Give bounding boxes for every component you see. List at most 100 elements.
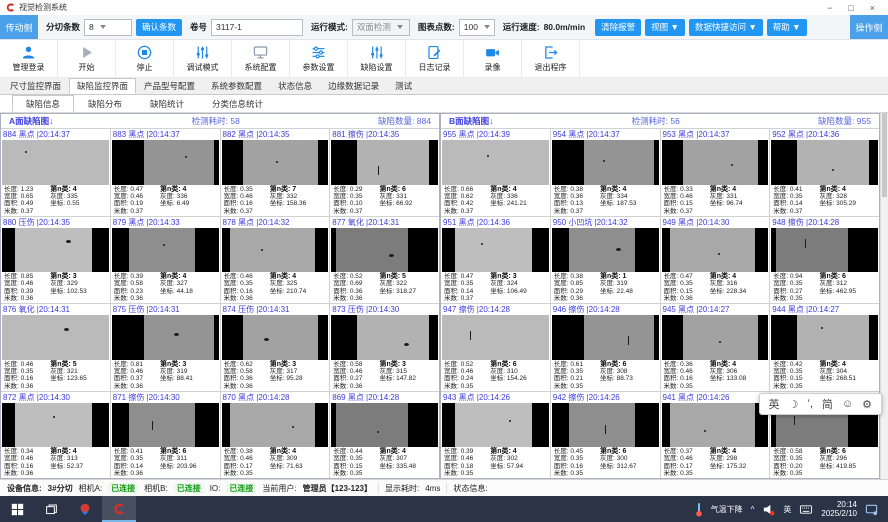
defect-card[interactable]: 880 压伤 |20:14:35长度: 0.85宽度: 0.46面积: 0.39…: [1, 217, 111, 304]
defect-image[interactable]: [442, 403, 549, 448]
defect-card[interactable]: 942 擦伤 |20:14:26长度: 0.45宽度: 0.35面积: 0.16…: [551, 392, 661, 479]
log-record-button[interactable]: 日志记录: [406, 40, 464, 77]
system-config-button[interactable]: 系统配置: [232, 40, 290, 77]
confirm-count-button[interactable]: 确认条数: [136, 19, 182, 36]
parameter-settings-button[interactable]: 参数设置: [290, 40, 348, 77]
defect-card[interactable]: 948 擦伤 |20:14:28长度: 0.94宽度: 0.35面积: 0.27…: [770, 217, 879, 304]
punctuation-toggle-icon[interactable]: ’,: [807, 398, 813, 410]
pinned-app-button[interactable]: [68, 496, 102, 522]
defect-card[interactable]: 871 擦伤 |20:14:30长度: 0.41宽度: 0.35面积: 0.14…: [111, 392, 221, 479]
operator-side-button[interactable]: 操作侧: [850, 15, 888, 39]
tab-test[interactable]: 测试: [387, 78, 420, 94]
defect-card[interactable]: 944 黑点 |20:14:27长度: 0.42宽度: 0.35面积: 0.15…: [770, 304, 879, 391]
vertical-scrollbar[interactable]: [880, 113, 888, 479]
defect-image[interactable]: [442, 140, 549, 185]
active-app-button[interactable]: [102, 496, 136, 522]
defect-card[interactable]: 945 黑点 |20:14:27长度: 0.36宽度: 0.46面积: 0.16…: [661, 304, 771, 391]
defect-image[interactable]: [331, 403, 438, 448]
defect-card[interactable]: 872 黑点 |20:14:30长度: 0.34宽度: 0.46面积: 0.16…: [1, 392, 111, 479]
defect-card[interactable]: 884 黑点 |20:14:37长度: 1.23宽度: 0.65面积: 0.49…: [1, 129, 111, 216]
defect-card[interactable]: 875 压伤 |20:14:31长度: 0.81宽度: 0.46面积: 0.37…: [111, 304, 221, 391]
defect-card[interactable]: 954 黑点 |20:14:37长度: 0.38宽度: 0.36面积: 0.13…: [551, 129, 661, 216]
speaker-muted-icon[interactable]: [762, 503, 775, 516]
defect-image[interactable]: [331, 140, 438, 185]
defect-image[interactable]: [771, 228, 878, 273]
defect-image[interactable]: [442, 315, 549, 360]
defect-image[interactable]: [552, 403, 659, 448]
defect-card[interactable]: 881 擦伤 |20:14:35长度: 0.29宽度: 0.35面积: 0.10…: [330, 129, 439, 216]
moon-icon[interactable]: ☽: [789, 398, 799, 411]
video-record-button[interactable]: 录像: [464, 40, 522, 77]
subtab-class-statistics[interactable]: 分类信息统计: [198, 95, 277, 112]
tab-product-config[interactable]: 产品型号配置: [136, 78, 203, 94]
defect-settings-button[interactable]: 缺陷设置: [348, 40, 406, 77]
tab-defect-monitor[interactable]: 缺陷监控界面: [69, 78, 136, 94]
subtab-defect-statistics[interactable]: 缺陷统计: [136, 95, 198, 112]
defect-image[interactable]: [331, 315, 438, 360]
defect-card[interactable]: 950 小凹坑 |20:14:32长度: 0.38宽度: 0.85面积: 0.2…: [551, 217, 661, 304]
defect-card[interactable]: 873 压伤 |20:14:30长度: 0.58宽度: 0.46面积: 0.27…: [330, 304, 439, 391]
defect-image[interactable]: [112, 140, 219, 185]
defect-card[interactable]: 955 黑点 |20:14:39长度: 0.66宽度: 0.62面积: 0.42…: [441, 129, 551, 216]
panel-b-title[interactable]: B面缺陷图↓: [449, 115, 493, 127]
defect-card[interactable]: 870 黑点 |20:14:28长度: 0.38宽度: 0.46面积: 0.17…: [221, 392, 331, 479]
defect-image[interactable]: [2, 140, 109, 185]
defect-image[interactable]: [222, 315, 329, 360]
ime-english-toggle[interactable]: 英: [769, 396, 780, 412]
defect-image[interactable]: [662, 315, 769, 360]
tab-system-params[interactable]: 系统参数配置: [203, 78, 270, 94]
panel-a-title[interactable]: A面缺陷图↓: [9, 115, 53, 127]
ime-language-indicator[interactable]: 英: [783, 504, 791, 515]
defect-image[interactable]: [222, 403, 329, 448]
defect-card[interactable]: 879 黑点 |20:14:33长度: 0.39宽度: 0.58面积: 0.23…: [111, 217, 221, 304]
defect-card[interactable]: 946 擦伤 |20:14:28长度: 0.61宽度: 0.35面积: 0.21…: [551, 304, 661, 391]
defect-image[interactable]: [662, 140, 769, 185]
defect-image[interactable]: [771, 315, 878, 360]
defect-image[interactable]: [552, 140, 659, 185]
slit-count-select[interactable]: 8: [84, 19, 132, 36]
weather-status-text[interactable]: 气温下降: [711, 504, 743, 515]
defect-card[interactable]: 943 黑点 |20:14:26长度: 0.39宽度: 0.46面积: 0.18…: [441, 392, 551, 479]
clear-alarm-button[interactable]: 清除报警: [595, 19, 641, 36]
clock[interactable]: 20:14 2025/2/10: [821, 500, 857, 518]
defect-card[interactable]: 951 黑点 |20:14:36长度: 0.47宽度: 0.35面积: 0.14…: [441, 217, 551, 304]
defect-card[interactable]: 941 黑点 |20:14:26长度: 0.37宽度: 0.46面积: 0.17…: [661, 392, 771, 479]
exit-program-button[interactable]: 退出程序: [522, 40, 580, 77]
defect-card[interactable]: 952 黑点 |20:14:36长度: 0.41宽度: 0.35面积: 0.14…: [770, 129, 879, 216]
defect-image[interactable]: [2, 228, 109, 273]
help-menu-button[interactable]: 帮助 ▼: [767, 19, 807, 36]
ime-settings-gear-icon[interactable]: ⚙: [862, 398, 872, 411]
maximize-icon[interactable]: □: [848, 3, 853, 13]
defect-card[interactable]: 953 黑点 |20:14:37长度: 0.33宽度: 0.46面积: 0.15…: [661, 129, 771, 216]
defect-image[interactable]: [112, 403, 219, 448]
defect-image[interactable]: [662, 403, 769, 448]
run-mode-select[interactable]: 双面检测: [352, 19, 410, 36]
defect-image[interactable]: [552, 315, 659, 360]
defect-card[interactable]: 947 擦伤 |20:14:28长度: 0.52宽度: 0.46面积: 0.24…: [441, 304, 551, 391]
admin-login-button[interactable]: 管理登录: [0, 40, 58, 77]
hidden-icons-chevron[interactable]: ^: [751, 505, 755, 514]
emoji-icon[interactable]: ☺: [842, 398, 853, 410]
defect-card[interactable]: 869 黑点 |20:14:28长度: 0.44宽度: 0.35面积: 0.15…: [330, 392, 439, 479]
defect-card[interactable]: 878 黑点 |20:14:32长度: 0.46宽度: 0.35面积: 0.16…: [221, 217, 331, 304]
scrollbar-thumb[interactable]: [882, 113, 887, 197]
tab-size-monitor[interactable]: 尺寸监控界面: [2, 78, 69, 94]
tab-edge-data[interactable]: 边缘数据记录: [320, 78, 387, 94]
defect-image[interactable]: [112, 315, 219, 360]
defect-image[interactable]: [662, 228, 769, 273]
defect-image[interactable]: [2, 403, 109, 448]
defect-image[interactable]: [222, 228, 329, 273]
defect-card[interactable]: 877 氧化 |20:14:31长度: 0.52宽度: 0.69面积: 0.36…: [330, 217, 439, 304]
defect-card[interactable]: 874 压伤 |20:14:31长度: 0.62宽度: 0.58面积: 0.36…: [221, 304, 331, 391]
touch-keyboard-icon[interactable]: [799, 503, 813, 516]
defect-card[interactable]: 876 氧化 |20:14:31长度: 0.46宽度: 0.35面积: 0.16…: [1, 304, 111, 391]
debug-mode-button[interactable]: 调试模式: [174, 40, 232, 77]
start-button[interactable]: [0, 496, 34, 522]
view-menu-button[interactable]: 视图 ▼: [645, 19, 685, 36]
defect-image[interactable]: [552, 228, 659, 273]
defect-image[interactable]: [2, 315, 109, 360]
drive-side-button[interactable]: 传动侧: [0, 15, 38, 39]
roll-number-input[interactable]: 3117-1: [211, 19, 303, 36]
defect-image[interactable]: [442, 228, 549, 273]
defect-card[interactable]: 949 黑点 |20:14:30长度: 0.47宽度: 0.35面积: 0.15…: [661, 217, 771, 304]
